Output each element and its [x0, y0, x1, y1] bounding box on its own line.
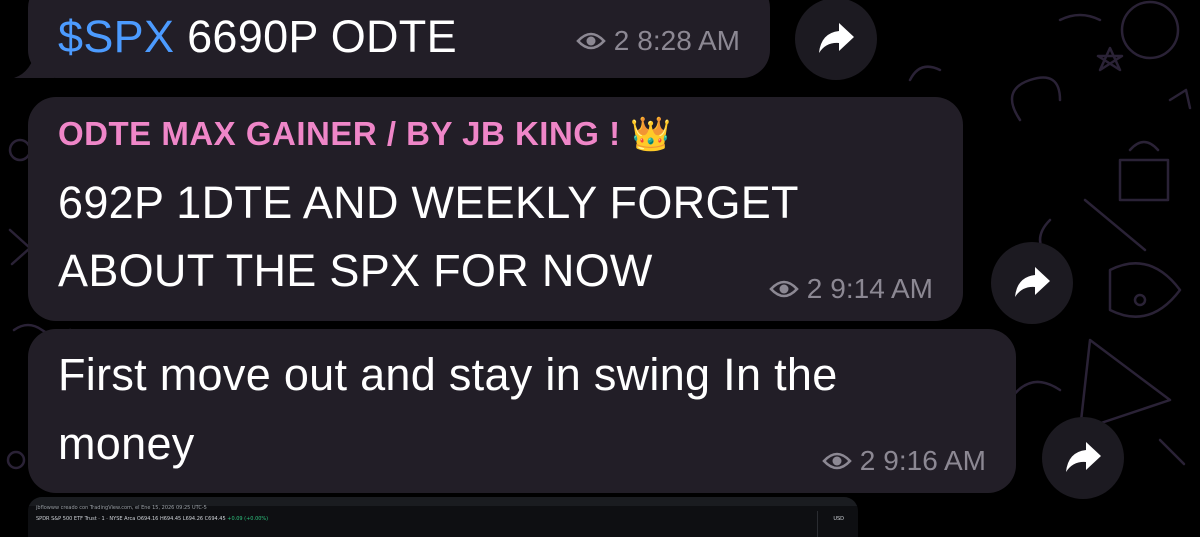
chart-caption: jbflowww creado con TradingView.com, el … [36, 505, 207, 511]
message-bubble[interactable]: ODTE MAX GAINER / BY JB KING ! 👑 692P 1D… [28, 97, 963, 321]
ticker-symbol[interactable]: $SPX [58, 11, 174, 62]
forward-button[interactable] [1042, 417, 1124, 499]
sender-name[interactable]: ODTE MAX GAINER / BY JB KING ! 👑 [58, 115, 672, 154]
view-count: 2 [859, 445, 876, 476]
forward-arrow-icon [1015, 267, 1050, 297]
view-count: 2 [806, 273, 823, 304]
message-meta: 2 9:14 AM [768, 273, 933, 305]
eye-icon [821, 452, 852, 470]
message-line: money [58, 418, 195, 469]
message-line: First move out and stay in swing In the [58, 349, 838, 400]
message-line: ABOUT THE SPX FOR NOW [58, 245, 653, 296]
message-meta: 2 8:28 AM [575, 25, 740, 57]
chart-symbol: SPDR S&P 500 ETF Trust · 1 · NYSE Arca [36, 516, 136, 522]
eye-icon [768, 280, 799, 298]
eye-icon [575, 32, 606, 50]
view-count: 2 [613, 25, 630, 56]
forward-arrow-icon [819, 23, 854, 53]
chart-image-preview[interactable]: jbflowww creado con TradingView.com, el … [28, 497, 858, 537]
chart-symbol-line: SPDR S&P 500 ETF Trust · 1 · NYSE Arca O… [36, 516, 268, 522]
message-bubble[interactable]: First move out and stay in swing In the … [28, 329, 1016, 493]
forward-button[interactable] [795, 0, 877, 80]
chart-price-axis [817, 511, 858, 537]
chart-ohlc: O694.16 H694.45 L694.26 C694.45 [136, 516, 226, 522]
message-body: 6690P ODTE [174, 11, 457, 62]
message-meta: 2 9:16 AM [821, 445, 986, 477]
message-bubble[interactable]: $SPX 6690P ODTE 2 8:28 AM [14, 0, 770, 78]
message-time: 9:16 AM [883, 445, 986, 476]
message-time: 9:14 AM [830, 273, 933, 304]
message-time: 8:28 AM [637, 25, 740, 56]
forward-button[interactable] [991, 242, 1073, 324]
chart-change: +0.09 (+0.00%) [227, 516, 269, 522]
message-text: $SPX 6690P ODTE [58, 5, 457, 69]
message-line: 692P 1DTE AND WEEKLY FORGET [58, 177, 799, 228]
bubble-tail [14, 48, 54, 78]
forward-arrow-icon [1066, 442, 1101, 472]
